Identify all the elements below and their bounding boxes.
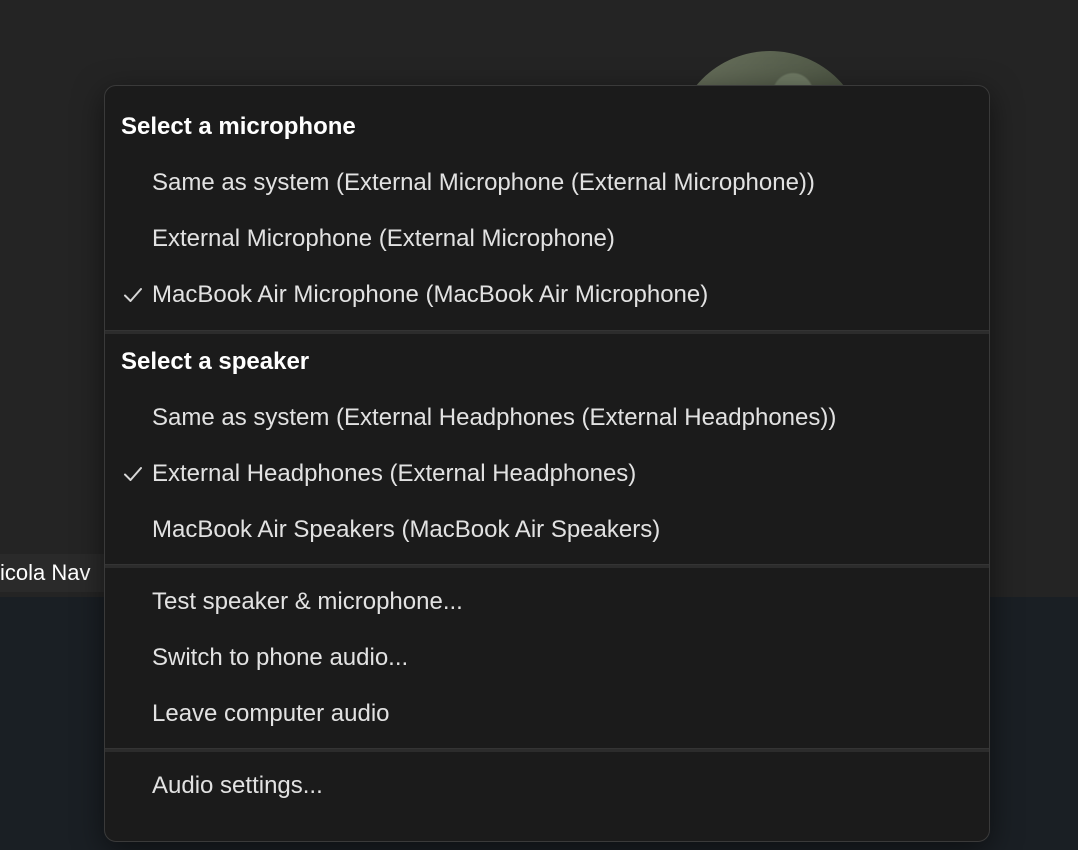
microphone-heading: Select a microphone <box>121 113 356 140</box>
menu-item-label: External Microphone (External Microphone… <box>152 225 615 252</box>
leave-computer-audio-item[interactable]: Leave computer audio <box>105 686 989 742</box>
mic-option-external-microphone[interactable]: External Microphone (External Microphone… <box>105 211 989 267</box>
test-speaker-microphone-item[interactable]: Test speaker & microphone... <box>105 574 989 630</box>
microphone-section: Select a microphone Same as system (Exte… <box>105 86 989 330</box>
mic-option-same-as-system[interactable]: Same as system (External Microphone (Ext… <box>105 155 989 211</box>
menu-item-label: External Headphones (External Headphones… <box>152 460 637 487</box>
audio-settings-item[interactable]: Audio settings... <box>105 758 989 814</box>
audio-options-menu: Select a microphone Same as system (Exte… <box>104 85 990 842</box>
checkmark-icon <box>121 446 145 502</box>
menu-item-label: Audio settings... <box>152 772 323 799</box>
mic-option-macbook-air-microphone[interactable]: MacBook Air Microphone (MacBook Air Micr… <box>105 267 989 323</box>
menu-item-label: Same as system (External Microphone (Ext… <box>152 169 815 196</box>
speaker-option-external-headphones[interactable]: External Headphones (External Headphones… <box>105 446 989 502</box>
menu-item-label: Switch to phone audio... <box>152 644 409 671</box>
speaker-option-same-as-system[interactable]: Same as system (External Headphones (Ext… <box>105 390 989 446</box>
speaker-heading: Select a speaker <box>121 348 310 375</box>
menu-item-label: Same as system (External Headphones (Ext… <box>152 404 837 431</box>
menu-item-label: Leave computer audio <box>152 700 390 727</box>
menu-item-label: MacBook Air Speakers (MacBook Air Speake… <box>152 516 661 543</box>
audio-actions-section: Test speaker & microphone... Switch to p… <box>105 568 989 748</box>
audio-settings-section: Audio settings... <box>105 752 989 814</box>
checkmark-icon <box>121 267 145 323</box>
menu-item-label: MacBook Air Microphone (MacBook Air Micr… <box>152 281 709 308</box>
speaker-section: Select a speaker Same as system (Externa… <box>105 334 989 564</box>
menu-item-label: Test speaker & microphone... <box>152 588 463 615</box>
participant-name: icola Nav <box>0 560 91 585</box>
switch-to-phone-audio-item[interactable]: Switch to phone audio... <box>105 630 989 686</box>
speaker-option-macbook-air-speakers[interactable]: MacBook Air Speakers (MacBook Air Speake… <box>105 502 989 558</box>
